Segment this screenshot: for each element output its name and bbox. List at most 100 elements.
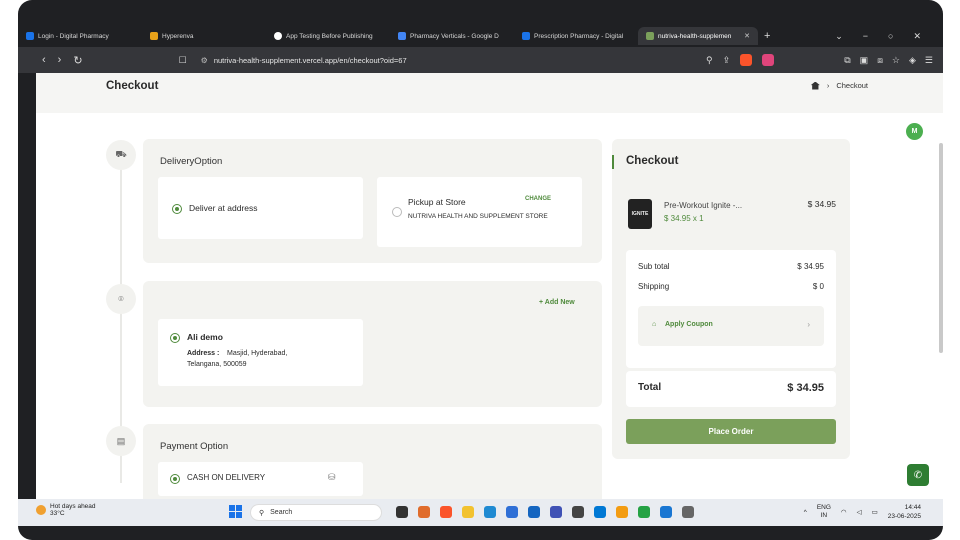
apply-coupon-button[interactable]: ⌂ Apply Coupon › [638, 306, 824, 346]
tab-login[interactable]: Login - Digital Pharmacy [18, 27, 142, 45]
site-info-icon[interactable]: ⚙ [201, 56, 208, 65]
file-explorer-icon[interactable] [462, 506, 474, 518]
task-view-icon[interactable] [396, 506, 408, 518]
vpn-icon[interactable]: ◈ [909, 55, 916, 66]
teams-icon[interactable] [550, 506, 562, 518]
app-icon[interactable] [418, 506, 430, 518]
tab-prescription[interactable]: Prescription Pharmacy - Digital [514, 27, 638, 45]
weather-sun-icon [36, 505, 46, 515]
scrollbar[interactable] [939, 143, 943, 353]
weather-widget[interactable]: Hot days ahead 33°C [36, 503, 96, 517]
add-new-address-button[interactable]: + Add New [539, 299, 575, 306]
brave-browser-icon[interactable] [440, 506, 452, 518]
tab-favicon [646, 32, 654, 40]
restore-icon[interactable]: ○ [888, 31, 893, 41]
url-text[interactable]: nutriva-health-supplement.vercel.app/en/… [214, 56, 407, 65]
app-icon[interactable] [572, 506, 584, 518]
sidebar-icon[interactable]: ▣ [860, 55, 869, 66]
address-toolbar: ‹ › ↻ ☐ ⚙ nutriva-health-supplement.verc… [18, 47, 943, 73]
product-name[interactable]: Pre-Workout Ignite -... [664, 201, 742, 210]
taskbar-apps [396, 506, 694, 518]
place-order-button[interactable]: Place Order [626, 419, 836, 444]
edge-icon[interactable] [484, 506, 496, 518]
forward-icon[interactable]: › [58, 54, 62, 67]
shipping-label: Shipping [638, 282, 670, 291]
vscode-icon[interactable] [594, 506, 606, 518]
page-title: Checkout [106, 80, 159, 92]
breadcrumb-separator: › [826, 81, 830, 90]
nav-buttons: ‹ › ↻ [42, 54, 83, 67]
subtotal-value: $ 34.95 [797, 262, 824, 271]
page-header: Checkout › Checkout [36, 73, 943, 113]
tab-hyperenva[interactable]: Hyperenva [142, 27, 266, 45]
tray-chevron-icon[interactable]: ^ [804, 509, 807, 516]
avatar[interactable]: M [906, 123, 923, 140]
clock[interactable]: 14:44 23-06-2025 [888, 503, 921, 521]
delivery-option-section: DeliveryOption Deliver at address Pickup… [143, 139, 602, 263]
deliver-at-address-card[interactable]: Deliver at address [158, 177, 363, 239]
share-icon[interactable]: ⇪ [723, 55, 731, 66]
delivery-section-title: DeliveryOption [160, 156, 223, 167]
app-icon[interactable] [660, 506, 672, 518]
address-card[interactable]: Ali demo Address : Masjid, Hyderabad, Te… [158, 319, 363, 386]
deliver-at-address-radio[interactable] [172, 204, 182, 214]
language-indicator[interactable]: ENG IN [817, 504, 831, 520]
translate-icon[interactable]: ⚲ [706, 55, 713, 66]
pickup-at-store-card[interactable]: Pickup at Store CHANGE NUTRIVA HEALTH AN… [377, 177, 582, 247]
summary-title: Checkout [626, 155, 679, 167]
new-tab-icon[interactable]: + [764, 30, 770, 42]
subtotal-label: Sub total [638, 262, 670, 271]
screenshot-icon[interactable]: ⧈ [877, 55, 883, 66]
tab-list-icon[interactable]: ⌄ [835, 31, 843, 42]
pickup-at-store-radio[interactable] [392, 207, 402, 217]
breadcrumb: › Checkout [810, 81, 868, 90]
tab-nutriva-active[interactable]: nutriva-health-supplemen ✕ [638, 27, 758, 45]
total-value: $ 34.95 [787, 382, 824, 394]
tab-pharmacy-verticals[interactable]: Pharmacy Verticals - Google D [390, 27, 514, 45]
close-window-icon[interactable]: ✕ [913, 31, 921, 42]
app-icon[interactable] [616, 506, 628, 518]
app-icon[interactable] [528, 506, 540, 518]
chevron-right-icon: › [807, 320, 810, 329]
payment-section-title: Payment Option [160, 441, 229, 452]
favorites-icon[interactable]: ☆ [892, 55, 900, 66]
brave-rewards-icon[interactable] [762, 54, 775, 66]
total-row: Total $ 34.95 [626, 371, 836, 407]
product-image: IGNITE [628, 199, 652, 229]
brave-shields-icon[interactable] [740, 54, 753, 66]
volume-icon[interactable]: ◁ [857, 508, 862, 516]
address-label: Address : [187, 350, 220, 357]
store-name: NUTRIVA HEALTH AND SUPPLEMENT STORE [408, 213, 548, 220]
deliver-at-address-label: Deliver at address [189, 203, 258, 213]
app-icon[interactable] [506, 506, 518, 518]
address-radio[interactable] [170, 333, 180, 343]
cash-on-delivery-label: CASH ON DELIVERY [187, 473, 266, 482]
taskbar-search[interactable]: ⚲ Search [250, 504, 382, 521]
whatsapp-app-icon[interactable] [638, 506, 650, 518]
extensions-icon[interactable]: ⧉ [844, 55, 850, 66]
whatsapp-icon[interactable]: ✆ [907, 464, 929, 486]
home-icon[interactable] [810, 81, 820, 90]
minimize-icon[interactable]: − [863, 31, 868, 41]
reload-icon[interactable]: ↻ [73, 54, 82, 67]
windows-start-icon[interactable] [229, 505, 242, 518]
pickup-at-store-label: Pickup at Store [408, 197, 466, 207]
tab-favicon [398, 32, 406, 40]
bookmark-icon[interactable]: ☐ [179, 55, 187, 66]
settings-icon[interactable] [682, 506, 694, 518]
system-tray: ^ ENG IN ◠ ◁ ▭ 14:44 23-06-2025 [804, 503, 921, 521]
browser-tab-bar: Login - Digital Pharmacy Hyperenva App T… [18, 25, 943, 47]
wifi-icon[interactable]: ◠ [841, 508, 847, 516]
change-store-link[interactable]: CHANGE [525, 196, 551, 202]
menu-icon[interactable]: ☰ [925, 55, 933, 66]
totals-card: Sub total $ 34.95 Shipping $ 0 ⌂ Apply C… [626, 250, 836, 368]
tab-app-testing[interactable]: App Testing Before Publishing [266, 27, 390, 45]
screen-frame: Login - Digital Pharmacy Hyperenva App T… [18, 0, 943, 540]
breadcrumb-current: Checkout [836, 81, 868, 90]
cash-on-delivery-radio[interactable] [170, 474, 180, 484]
close-tab-icon[interactable]: ✕ [744, 32, 750, 40]
back-icon[interactable]: ‹ [42, 54, 46, 67]
web-page: Checkout › Checkout M ⛟ ⌾ ▤ DeliveryOpti… [36, 73, 943, 499]
cash-on-delivery-card[interactable]: CASH ON DELIVERY ⛁ [158, 462, 363, 496]
battery-icon[interactable]: ▭ [872, 508, 878, 516]
